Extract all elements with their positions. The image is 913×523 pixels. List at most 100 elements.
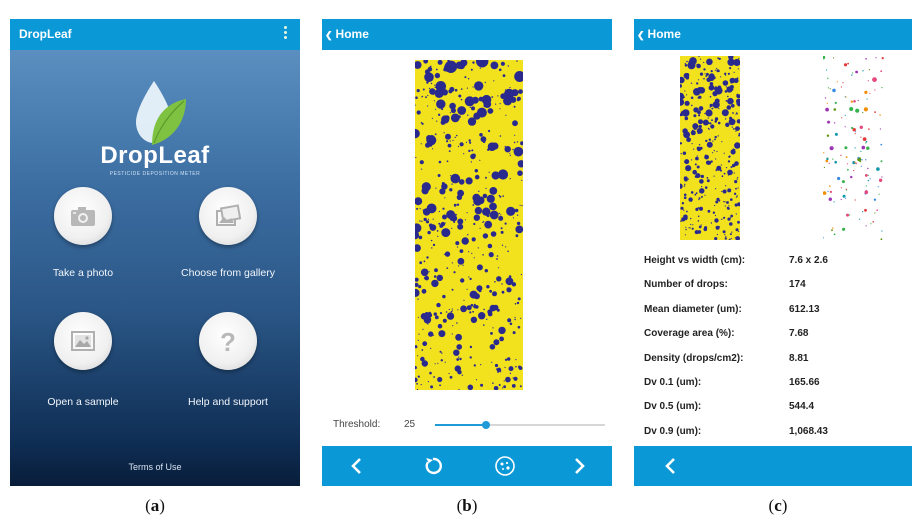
drop: [697, 220, 700, 222]
drop: [471, 106, 475, 111]
drop: [460, 98, 463, 101]
drop: [704, 194, 706, 196]
drop: [427, 323, 429, 325]
drop: [877, 186, 879, 188]
drop: [452, 325, 454, 327]
drop: [415, 96, 418, 99]
drop: [685, 165, 692, 172]
drop: [474, 81, 484, 91]
drop: [479, 227, 481, 229]
help-support-button[interactable]: ?: [199, 312, 257, 370]
drop: [489, 344, 496, 350]
drop: [684, 159, 690, 165]
drop: [459, 142, 464, 147]
drop: [513, 376, 518, 381]
take-photo-button[interactable]: [54, 187, 112, 245]
drop: [695, 207, 699, 211]
image-icon: [71, 331, 95, 351]
drop: [513, 146, 523, 157]
drop: [680, 100, 684, 104]
drop: [729, 77, 736, 84]
drop: [859, 125, 863, 129]
drop: [433, 100, 435, 102]
drop: [694, 175, 698, 178]
drop: [473, 222, 476, 226]
drop: [446, 267, 449, 269]
drop: [683, 176, 688, 181]
drop: [485, 176, 487, 179]
results-screen: ❮ Home Height vs width (cm): 7.6 x 2.6 Nu…: [634, 19, 912, 486]
drop: [456, 322, 458, 324]
drop: [832, 227, 834, 229]
choose-gallery-button[interactable]: [199, 187, 257, 245]
drop: [880, 238, 883, 240]
drop: [726, 105, 732, 110]
back-home-button[interactable]: ❮ Home: [637, 27, 681, 41]
back-home-button[interactable]: ❮ Home: [325, 27, 369, 41]
stat-row-number-drops: Number of drops: 174: [644, 279, 904, 303]
previous-button[interactable]: [656, 452, 686, 480]
next-button[interactable]: [564, 452, 594, 480]
drop: [730, 237, 732, 240]
drop: [680, 153, 682, 155]
rotate-button[interactable]: [418, 452, 448, 480]
drop: [833, 233, 836, 236]
drop: [435, 68, 438, 71]
drop: [704, 186, 708, 189]
previous-button[interactable]: [342, 452, 372, 480]
stat-label: Dv 0.1 (um):: [644, 376, 702, 388]
drop: [451, 288, 454, 291]
svg-text:?: ?: [220, 327, 236, 356]
drop: [855, 70, 858, 74]
terms-of-use-link[interactable]: Terms of Use: [10, 462, 300, 472]
drop: [447, 316, 449, 318]
drop: [415, 282, 419, 287]
drop: [829, 146, 834, 151]
drop: [446, 140, 449, 143]
drop: [430, 347, 432, 349]
drop: [416, 207, 419, 210]
process-button[interactable]: [490, 452, 520, 480]
stat-value: 165.66: [789, 376, 820, 388]
drop: [438, 210, 440, 213]
drop: [685, 111, 687, 113]
drop: [423, 60, 429, 64]
drop: [493, 386, 499, 390]
drop: [870, 223, 872, 225]
drop: [867, 179, 870, 182]
drop: [722, 189, 727, 194]
drop: [516, 214, 519, 216]
drop: [711, 119, 713, 122]
open-sample-button[interactable]: [54, 312, 112, 370]
drop: [463, 299, 465, 301]
drop: [472, 61, 475, 64]
drop: [714, 69, 716, 71]
stat-label: Coverage area (%):: [644, 328, 735, 340]
drop: [439, 384, 441, 387]
drop: [686, 94, 688, 96]
slider-thumb[interactable]: [482, 421, 490, 429]
drop: [473, 364, 476, 367]
drop: [736, 113, 738, 115]
drop: [683, 185, 686, 187]
drop: [470, 161, 473, 163]
drop: [713, 175, 715, 177]
overflow-menu-icon[interactable]: [284, 26, 288, 42]
drop: [692, 169, 697, 175]
drop: [697, 230, 702, 234]
drop: [497, 267, 500, 269]
drop: [505, 114, 507, 116]
drop: [841, 117, 843, 119]
threshold-slider[interactable]: [435, 421, 605, 429]
drop: [716, 150, 718, 153]
drop: [416, 110, 421, 115]
drop: [437, 174, 441, 177]
drop: [424, 312, 429, 316]
drop: [520, 71, 522, 73]
drop: [432, 93, 435, 96]
drop: [488, 252, 494, 258]
drop: [698, 119, 703, 125]
drop: [434, 315, 439, 320]
drop: [736, 195, 738, 197]
drop: [852, 72, 854, 74]
